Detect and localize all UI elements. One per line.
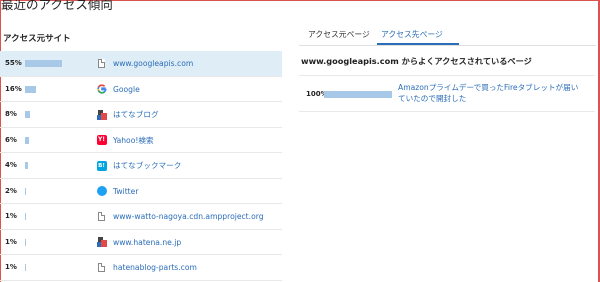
referrer-share-bar	[25, 187, 26, 195]
referrer-share-bar	[25, 264, 26, 271]
referrer-share-bar	[25, 136, 29, 144]
destination-page-link[interactable]: Amazonプライムデーで買ったFireタブレットが届いていたので開封した	[398, 83, 583, 104]
referrer-link[interactable]: はてなブックマーク	[113, 153, 181, 178]
referrer-share-bar	[25, 238, 26, 246]
referrer-link[interactable]: www.googleapis.com	[113, 51, 193, 76]
document-icon	[96, 58, 107, 69]
twitter-icon	[96, 186, 107, 197]
hatena-bookmark-icon: B!	[96, 160, 107, 171]
referrer-link[interactable]: www-watto-nagoya.cdn.ampproject.org	[113, 204, 264, 229]
destination-heading: www.googleapis.com からよくアクセスされているページ	[301, 56, 532, 66]
referrer-percent: 8%	[5, 110, 17, 118]
referrer-share-bar	[25, 85, 36, 93]
referrer-percent: 6%	[5, 135, 17, 144]
page-title: 最近のアクセス傾向	[1, 0, 113, 12]
referrer-link[interactable]: Yahoo!検索	[113, 128, 154, 153]
destination-row: 100% Amazonプライムデーで買ったFireタブレットが届いていたので開封…	[299, 75, 595, 112]
referrer-link[interactable]: Google	[113, 77, 140, 102]
hatena-blog-icon	[96, 109, 107, 120]
referrer-list: 55% www.googleapis.com 16% Google 8% はてなブログ 6%…	[0, 51, 282, 281]
referrer-share-bar	[25, 111, 30, 118]
referrer-percent: 1%	[5, 263, 17, 271]
referrer-row: 1% www-watto-nagoya.cdn.ampproject.org	[0, 204, 282, 230]
referrer-row: 6% Y! Yahoo!検索	[0, 128, 282, 153]
tab-destination-pages[interactable]: アクセス先ページ	[377, 27, 459, 45]
document-icon	[96, 211, 107, 222]
hatena-blog-icon	[96, 237, 107, 248]
referrer-share-bar	[25, 213, 26, 220]
referrer-row: 1% www.hatena.ne.jp	[0, 230, 282, 255]
referrer-percent: 4%	[5, 161, 17, 169]
referrer-row: 55% www.googleapis.com	[0, 51, 282, 77]
referrer-share-bar	[25, 60, 62, 67]
referrer-link[interactable]: はてなブログ	[113, 102, 159, 127]
referrer-row: 2% Twitter	[0, 179, 282, 204]
document-icon	[96, 262, 107, 273]
referrer-percent: 1%	[5, 212, 17, 220]
google-icon	[96, 84, 107, 95]
referrer-sites-heading: アクセス元サイト	[3, 34, 71, 44]
destination-share-bar	[324, 91, 392, 98]
referrer-percent: 55%	[5, 59, 22, 67]
referrer-row: 8% はてなブログ	[0, 102, 282, 128]
referrer-percent: 2%	[5, 186, 17, 195]
referrer-percent: 1%	[5, 237, 17, 246]
tab-source-pages[interactable]: アクセス元ページ	[308, 27, 382, 45]
referrer-link[interactable]: Twitter	[113, 179, 138, 204]
tabs-divider	[299, 45, 596, 46]
referrer-link[interactable]: hatenablog-parts.com	[113, 255, 197, 280]
referrer-row: 1% hatenablog-parts.com	[0, 255, 282, 281]
referrer-row: 16% Google	[0, 77, 282, 102]
yahoo-icon: Y!	[96, 135, 107, 145]
destination-list: 100% Amazonプライムデーで買ったFireタブレットが届いていたので開封…	[299, 75, 595, 112]
referrer-row: 4% B! はてなブックマーク	[0, 153, 282, 179]
referrer-percent: 16%	[5, 84, 22, 93]
referrer-link[interactable]: www.hatena.ne.jp	[113, 230, 181, 255]
referrer-share-bar	[25, 162, 28, 169]
